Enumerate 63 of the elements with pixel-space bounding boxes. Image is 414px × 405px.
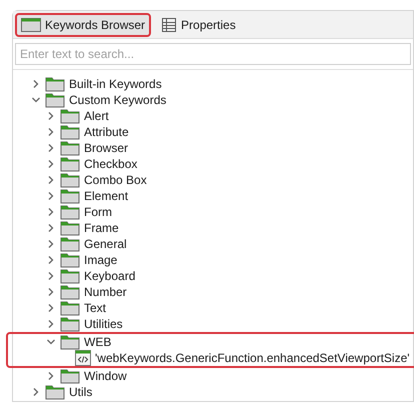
folder-icon [60,140,80,156]
folder-icon [60,156,80,172]
tree-item-label[interactable]: Element [84,188,128,204]
tree-item-label[interactable]: Utilities [84,316,123,332]
chevron-right-icon[interactable] [46,159,56,169]
tree-item-label[interactable]: Browser [84,140,128,156]
folder-icon [60,368,80,384]
chevron-right-icon[interactable] [46,287,56,297]
tree-item-label[interactable]: Attribute [84,124,129,140]
folder-icon [60,172,80,188]
tree-item-label[interactable]: Text [84,300,106,316]
folder-icon [60,188,80,204]
chevron-right-icon[interactable] [46,271,56,281]
chevron-right-icon[interactable] [46,127,56,137]
folder-icon [60,252,80,268]
chevron-right-icon[interactable] [31,79,41,89]
chevron-right-icon[interactable] [46,223,56,233]
tree-item-label[interactable]: Custom Keywords [69,92,166,108]
folder-icon [45,76,65,92]
folder-icon [60,124,80,140]
tree-item-label[interactable]: Utils [69,384,92,400]
chevron-right-icon[interactable] [46,303,56,313]
chevron-right-icon[interactable] [31,387,41,397]
code-file-icon [75,350,91,366]
folder-icon [60,334,80,350]
tree-item-label[interactable]: Number [84,284,127,300]
chevron-right-icon[interactable] [46,371,56,381]
folder-icon [45,92,65,108]
tree-item-label[interactable]: Alert [84,108,109,124]
folder-icon [60,220,80,236]
tab[interactable]: Keywords Browser [15,13,152,37]
chevron-right-icon[interactable] [46,255,56,265]
chevron-down-icon[interactable] [31,95,41,105]
chevron-down-icon[interactable] [46,337,56,347]
folder-icon [60,236,80,252]
chevron-right-icon[interactable] [46,207,56,217]
tab[interactable]: Properties [155,13,242,37]
folder-icon [60,268,80,284]
browser-window-icon [21,17,41,33]
chevron-right-icon[interactable] [46,191,56,201]
tree-item-label[interactable]: Combo Box [84,172,147,188]
folder-icon [60,204,80,220]
folder-icon [60,284,80,300]
table-icon [161,17,178,33]
tree-item-label[interactable]: 'webKeywords.GenericFunction.enhancedSetViewportSize' [95,350,410,366]
tree-item-label[interactable]: General [84,236,127,252]
tree-item-label[interactable]: WEB [84,334,112,350]
chevron-right-icon[interactable] [46,143,56,153]
tree-item-label[interactable]: Form [84,204,112,220]
folder-icon [60,108,80,124]
tree-item-label[interactable]: Keyboard [84,268,136,284]
chevron-right-icon[interactable] [46,319,56,329]
folder-icon [60,300,80,316]
chevron-right-icon[interactable] [46,239,56,249]
tree-item-label[interactable]: Built-in Keywords [69,76,162,92]
tree-item-label[interactable]: Window [84,368,127,384]
tree-item-label[interactable]: Image [84,252,118,268]
tree-item-label[interactable]: Checkbox [84,156,138,172]
tree-item-label[interactable]: Frame [84,220,119,236]
chevron-right-icon[interactable] [46,175,56,185]
chevron-right-icon[interactable] [46,111,56,121]
folder-icon [60,316,80,332]
search-field[interactable]: Enter text to search... [15,43,411,65]
